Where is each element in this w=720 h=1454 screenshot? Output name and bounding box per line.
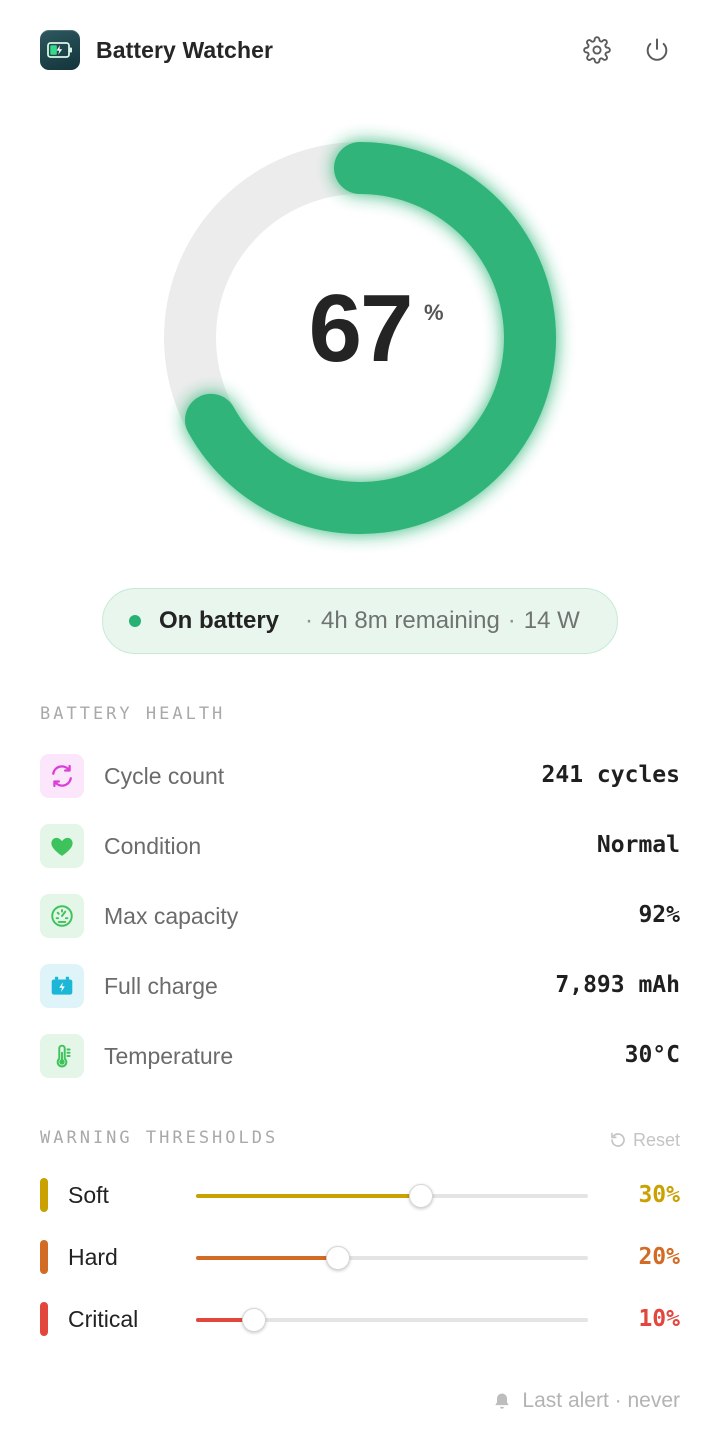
power-status-pill: On battery · 4h 8m remaining · 14 W: [102, 588, 618, 654]
gear-icon: [583, 36, 611, 64]
slider-fill: [196, 1256, 338, 1260]
reset-icon: [611, 1132, 625, 1147]
threshold-row-critical: Critical 10%: [40, 1301, 680, 1337]
threshold-row-hard: Hard 20%: [40, 1239, 680, 1275]
health-label: Full charge: [104, 973, 218, 999]
power-button[interactable]: [641, 34, 673, 66]
critical-threshold-slider[interactable]: [196, 1308, 588, 1332]
thermometer-icon: [40, 1034, 84, 1078]
soft-threshold-slider[interactable]: [196, 1184, 588, 1208]
battery-gauge: 67 %: [140, 118, 580, 558]
gauge-icon: [40, 894, 84, 938]
health-row-max-capacity: Max capacity 92%: [40, 894, 680, 938]
last-alert-status: Last alert · never: [492, 1388, 680, 1414]
bell-icon: [495, 1393, 510, 1409]
threshold-label: Critical: [68, 1306, 139, 1332]
battery-bolt-icon: [40, 964, 84, 1008]
threshold-value: 10%: [638, 1306, 680, 1332]
health-value: 30°C: [624, 1042, 680, 1068]
health-row-temperature: Temperature 30°C: [40, 1034, 680, 1078]
health-row-full-charge: Full charge 7,893 mAh: [40, 964, 680, 1008]
threshold-color-bar: [40, 1302, 48, 1336]
app-header: Battery Watcher: [40, 30, 680, 70]
last-alert-text: Last alert · never: [522, 1389, 680, 1412]
slider-handle[interactable]: [242, 1308, 267, 1332]
health-row-cycle-count: Cycle count 241 cycles: [40, 754, 680, 798]
app-title: Battery Watcher: [96, 37, 274, 63]
cycle-icon: [40, 754, 84, 798]
settings-button[interactable]: [581, 34, 613, 66]
health-value: Normal: [596, 832, 680, 858]
threshold-value: 20%: [638, 1244, 680, 1270]
power-state: On battery: [159, 607, 280, 634]
slider-fill: [196, 1194, 422, 1198]
gauge-readout: 67 %: [140, 118, 580, 558]
power-icon: [646, 38, 668, 61]
slider-handle[interactable]: [325, 1246, 350, 1270]
health-row-condition: Condition Normal: [40, 824, 680, 868]
slider-handle[interactable]: [409, 1184, 434, 1208]
threshold-color-bar: [40, 1178, 48, 1212]
status-dot: [129, 615, 141, 627]
reset-label: Reset: [632, 1129, 680, 1150]
heart-icon: [40, 824, 84, 868]
battery-percent: 67: [308, 275, 414, 382]
battery-charging-icon: [40, 30, 80, 70]
hard-threshold-slider[interactable]: [196, 1246, 588, 1270]
threshold-label: Hard: [68, 1244, 118, 1270]
threshold-value: 30%: [638, 1182, 680, 1208]
health-value: 241 cycles: [541, 762, 680, 788]
threshold-color-bar: [40, 1240, 48, 1274]
percent-sign: %: [424, 300, 444, 325]
health-label: Max capacity: [104, 903, 239, 929]
battery-health-heading: BATTERY HEALTH: [40, 704, 226, 724]
health-value: 92%: [638, 902, 680, 928]
threshold-label: Soft: [68, 1182, 109, 1208]
status-separator: ·: [507, 607, 516, 634]
threshold-row-soft: Soft 30%: [40, 1177, 680, 1213]
power-draw: 14 W: [523, 607, 580, 634]
time-remaining: 4h 8m remaining: [321, 607, 500, 634]
warning-thresholds-heading: WARNING THRESHOLDS: [40, 1128, 279, 1148]
health-label: Condition: [104, 833, 202, 859]
status-separator: ·: [305, 607, 314, 634]
health-label: Temperature: [104, 1043, 234, 1069]
reset-button[interactable]: Reset: [609, 1128, 680, 1152]
health-value: 7,893 mAh: [555, 972, 680, 998]
health-label: Cycle count: [104, 763, 225, 789]
